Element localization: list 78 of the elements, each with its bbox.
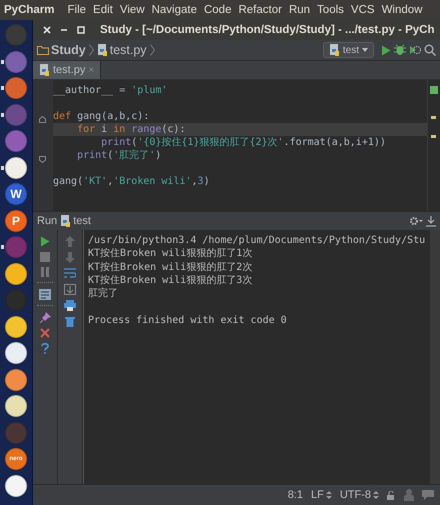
folder-icon [37,45,49,55]
app-icon[interactable] [5,316,27,338]
coverage-icon[interactable] [409,44,421,56]
app-icon[interactable]: W [5,183,27,205]
trash-icon[interactable] [65,316,75,327]
status-ok-marker [430,86,438,94]
menu-item[interactable]: Window [382,4,422,16]
dump-threads-icon[interactable] [39,289,51,300]
up-down-arrows-icon [373,491,379,499]
menu-item[interactable]: Code [204,4,232,16]
menu-item[interactable]: Refactor [238,4,282,16]
warning-marker[interactable] [431,116,436,119]
app-name: PyCharm [4,4,54,16]
bug-icon[interactable] [394,44,406,56]
person-icon[interactable] [404,489,414,501]
minimize-icon[interactable] [60,26,68,34]
code-line: gang('KT','Broken wili',3) [53,175,211,188]
warning-marker[interactable] [431,135,436,138]
app-icon[interactable] [5,368,27,390]
menu-item[interactable]: View [120,4,145,16]
file-tab[interactable]: test.py × [33,61,102,79]
lock-icon[interactable] [387,490,396,500]
code-line: def gang(a,b,c): [53,110,150,123]
chevron-right-icon [88,44,94,56]
gear-icon[interactable] [409,216,423,226]
app-icon[interactable] [5,342,27,364]
print-icon[interactable] [64,300,76,311]
chevron-right-icon [150,44,155,56]
caret-down-icon [362,48,368,52]
python-file-icon [60,215,72,227]
menu-item[interactable]: Edit [93,4,113,16]
panel-title: Run [37,215,58,227]
speech-bubble-icon[interactable] [422,490,434,500]
search-icon[interactable] [424,44,436,56]
console-line: /usr/bin/python3.4 /home/plum/Documents/Python/Study/Stu [88,235,426,246]
breadcrumb[interactable]: Study [37,43,86,57]
app-icon[interactable]: P [5,210,27,232]
line-separator-selector[interactable]: LF [310,489,324,501]
console-line: KT按住Broken wili狠狠的肛了1次 [88,248,252,260]
console-line: KT按住Broken wili狠狠的肛了2次 [88,262,252,273]
menu-item[interactable]: VCS [350,4,375,16]
maximize-icon[interactable] [77,26,85,34]
run-icon[interactable] [40,236,50,247]
arrow-down-icon[interactable] [65,252,75,263]
run-icon[interactable] [381,44,391,56]
run-config-label: test [60,215,91,227]
python-file-icon [328,44,340,56]
pause-icon[interactable] [40,267,50,277]
app-icon[interactable] [5,395,27,417]
menu-item[interactable]: Navigate [152,4,197,16]
app-icon[interactable] [5,474,27,496]
menu-item[interactable]: Run [288,4,310,16]
pin-icon[interactable] [40,312,50,323]
breadcrumb[interactable]: test.py [96,43,147,57]
console-line: 肛完了 [88,288,118,300]
app-icon[interactable] [5,156,27,178]
cursor-position[interactable]: 8:1 [288,489,303,501]
soft-wrap-icon[interactable] [64,268,76,279]
console-line: KT按住Broken wili狠狠的肛了3次 [88,274,252,286]
arrow-up-icon[interactable] [65,236,75,247]
app-icon[interactable] [5,262,27,284]
python-file-icon [96,44,108,56]
fold-icon [39,116,46,123]
code-line: print('肛完了') [76,149,162,162]
fold-icon [39,156,46,163]
console-line: Process finished with exit code 0 [88,314,287,326]
scroll-to-end-icon[interactable] [64,284,76,295]
help-icon[interactable] [41,343,49,354]
up-down-arrows-icon [326,491,332,499]
code-line: print('{0}按住{1}狠狠的肛了{2}次'.format(a,b,i+1)) [100,136,387,149]
python-file-icon [39,64,50,76]
encoding-selector[interactable]: UTF-8 [340,489,371,501]
code-line: __author__ = 'plum' [53,84,168,97]
window-title: Study - [~/Documents/Python/Study/Study] - .../test.py - PyCh [100,24,434,36]
run-config-dropdown[interactable]: test [322,42,374,58]
menu-item[interactable]: File [68,4,86,16]
hide-panel-icon[interactable] [426,216,436,226]
menu-item[interactable]: Tools [317,4,344,16]
